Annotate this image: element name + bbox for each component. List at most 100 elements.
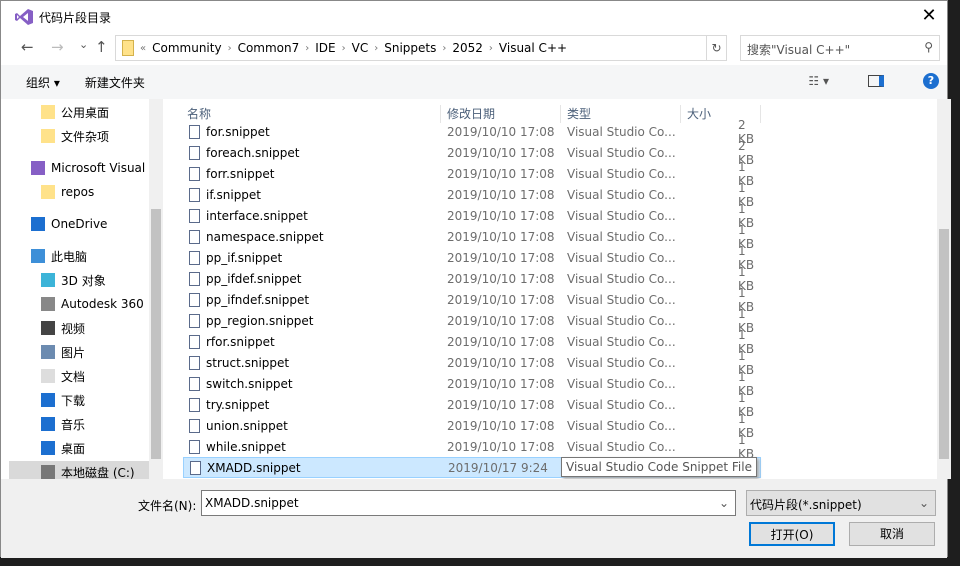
file-type: Visual Studio Co... — [567, 313, 676, 328]
forward-button[interactable]: → — [51, 38, 64, 56]
organize-button[interactable]: 组织 ▾ — [26, 74, 60, 91]
sidebar-item[interactable]: 文档 — [9, 365, 149, 387]
file-row[interactable]: pp_region.snippet 2019/10/10 17:08 Visual … — [183, 307, 761, 335]
file-row[interactable]: for.snippet 2019/10/10 17:08 Visual Studio… — [183, 118, 761, 146]
sidebar-item-label: 公用桌面 — [61, 105, 110, 120]
breadcrumb-item[interactable]: Common7 — [238, 41, 300, 55]
breadcrumb-item[interactable]: IDE — [315, 41, 335, 55]
file-name: for.snippet — [206, 124, 270, 139]
sidebar-item[interactable]: 桌面 — [9, 437, 149, 459]
file-row[interactable]: forr.snippet 2019/10/10 17:08 Visual Studi… — [183, 160, 761, 188]
breadcrumb-item[interactable]: VC — [352, 41, 369, 55]
chevron-right-icon[interactable]: › — [228, 43, 232, 54]
breadcrumb-item[interactable]: Community — [152, 41, 221, 55]
sidebar-item[interactable]: 音乐 — [9, 413, 149, 435]
chevron-right-icon[interactable]: › — [442, 43, 446, 54]
sidebar-item[interactable]: 视频 — [9, 317, 149, 339]
file-date: 2019/10/10 17:08 — [447, 397, 555, 412]
breadcrumb-item[interactable]: Snippets — [384, 41, 436, 55]
filename-input[interactable]: XMADD.snippet ⌄ — [201, 490, 736, 516]
sidebar-scroll-thumb[interactable] — [151, 209, 161, 459]
sidebar-item[interactable]: repos — [9, 181, 149, 203]
file-name: pp_ifndef.snippet — [206, 292, 310, 307]
file-row[interactable]: union.snippet 2019/10/10 17:08 Visual Stud… — [183, 412, 761, 440]
sidebar-item[interactable]: 3D 对象 — [9, 269, 149, 291]
visual-studio-icon — [31, 161, 45, 175]
file-name: forr.snippet — [206, 166, 275, 181]
file-row[interactable]: namespace.snippet 2019/10/10 17:08 Visual … — [183, 223, 761, 251]
file-row[interactable]: pp_ifdef.snippet 2019/10/10 17:08 Visual S… — [183, 265, 761, 293]
file-row[interactable]: try.snippet 2019/10/10 17:08 Visual Studio… — [183, 391, 761, 419]
file-row[interactable]: pp_if.snippet 2019/10/10 17:08 Visual Stud… — [183, 244, 761, 272]
snippet-file-icon — [189, 208, 200, 223]
visual-studio-icon — [15, 9, 33, 25]
chevron-right-icon[interactable]: › — [489, 43, 493, 54]
chevron-down-icon[interactable]: ⌄ — [719, 496, 729, 510]
file-date: 2019/10/10 17:08 — [447, 313, 555, 328]
file-row[interactable]: switch.snippet 2019/10/10 17:08 Visual Stu… — [183, 370, 761, 398]
computer-icon — [31, 249, 45, 263]
refresh-button[interactable]: ↻ — [706, 36, 726, 60]
file-row[interactable]: pp_ifndef.snippet 2019/10/10 17:08 Visual … — [183, 286, 761, 314]
file-name: while.snippet — [206, 439, 286, 454]
sidebar-scrollbar[interactable] — [149, 99, 163, 479]
snippet-file-icon — [189, 355, 200, 370]
sidebar-item-label: 图片 — [61, 345, 86, 360]
search-input[interactable]: 搜索"Visual C++" ⚲ — [740, 35, 940, 61]
sidebar-item[interactable]: 下载 — [9, 389, 149, 411]
sidebar-item-label: 3D 对象 — [61, 273, 106, 288]
recent-locations-button[interactable]: ⌄ — [79, 38, 88, 51]
file-type: Visual Studio Co... — [567, 355, 676, 370]
sidebar-item[interactable]: 文件杂项 — [9, 125, 149, 147]
file-date: 2019/10/10 17:08 — [447, 208, 555, 223]
open-button[interactable]: 打开(O) — [749, 522, 835, 546]
view-options-icon[interactable]: ☷ ▾ — [808, 74, 829, 88]
back-button[interactable]: ← — [21, 38, 34, 56]
address-bar[interactable]: « Community › Common7 › IDE › VC › Snippets › 2052… — [115, 35, 727, 61]
file-date: 2019/10/10 17:08 — [447, 439, 555, 454]
file-date: 2019/10/10 17:08 — [447, 229, 555, 244]
preview-pane-icon[interactable] — [868, 75, 884, 87]
filename-value: XMADD.snippet — [205, 496, 299, 510]
file-type: Visual Studio Co... — [567, 271, 676, 286]
file-row[interactable]: if.snippet 2019/10/10 17:08 Visual Studio … — [183, 181, 761, 209]
file-row[interactable]: while.snippet 2019/10/10 17:08 Visual Stud… — [183, 433, 761, 461]
file-row[interactable]: rfor.snippet 2019/10/10 17:08 Visual Studi… — [183, 328, 761, 356]
sidebar-item[interactable]: OneDrive — [9, 213, 149, 235]
chevron-right-icon[interactable]: › — [342, 43, 346, 54]
file-row[interactable]: foreach.snippet 2019/10/10 17:08 Visual St… — [183, 139, 761, 167]
sidebar-item[interactable]: Autodesk 360 — [9, 293, 149, 315]
help-button[interactable]: ? — [923, 73, 939, 89]
breadcrumb-item[interactable]: 2052 — [452, 41, 483, 55]
filetype-select[interactable]: 代码片段(*.snippet) ⌄ — [746, 490, 936, 516]
title-bar: 代码片段目录 ✕ — [1, 1, 947, 33]
file-list-scrollbar[interactable] — [937, 99, 951, 479]
up-button[interactable]: ↑ — [95, 38, 108, 56]
sidebar-item[interactable]: 公用桌面 — [9, 101, 149, 123]
file-list: 名称 修改日期 类型 大小 for.snippet 2019/10/10 17:0… — [171, 99, 939, 479]
chevron-right-icon[interactable]: › — [374, 43, 378, 54]
snippet-file-icon — [189, 271, 200, 286]
file-row[interactable]: interface.snippet 2019/10/10 17:08 Visual … — [183, 202, 761, 230]
sidebar-item[interactable]: 此电脑 — [9, 245, 149, 267]
file-type: Visual Studio Co... — [567, 334, 676, 349]
sidebar-item-label: 视频 — [61, 321, 86, 336]
sidebar-item[interactable]: 图片 — [9, 341, 149, 363]
sidebar-item[interactable]: 本地磁盘 (C:) — [9, 461, 149, 479]
close-button[interactable]: ✕ — [917, 5, 941, 29]
sidebar-item-label: 本地磁盘 (C:) — [61, 465, 135, 480]
breadcrumb-item[interactable]: Visual C++ — [499, 41, 567, 55]
picture-icon — [41, 345, 55, 359]
file-date: 2019/10/17 9:24 — [448, 460, 548, 475]
chevron-right-icon[interactable]: › — [305, 43, 309, 54]
cancel-button[interactable]: 取消 — [849, 522, 935, 546]
folder-icon — [41, 129, 55, 143]
sidebar-item[interactable]: Microsoft Visual — [9, 157, 149, 179]
file-type: Visual Studio Co... — [567, 250, 676, 265]
file-type: Visual Studio Co... — [567, 145, 676, 160]
snippet-file-icon — [189, 313, 200, 328]
file-row[interactable]: struct.snippet 2019/10/10 17:08 Visual Stu… — [183, 349, 761, 377]
new-folder-button[interactable]: 新建文件夹 — [85, 74, 145, 91]
file-list-scroll-thumb[interactable] — [939, 229, 949, 459]
download-icon — [41, 393, 55, 407]
